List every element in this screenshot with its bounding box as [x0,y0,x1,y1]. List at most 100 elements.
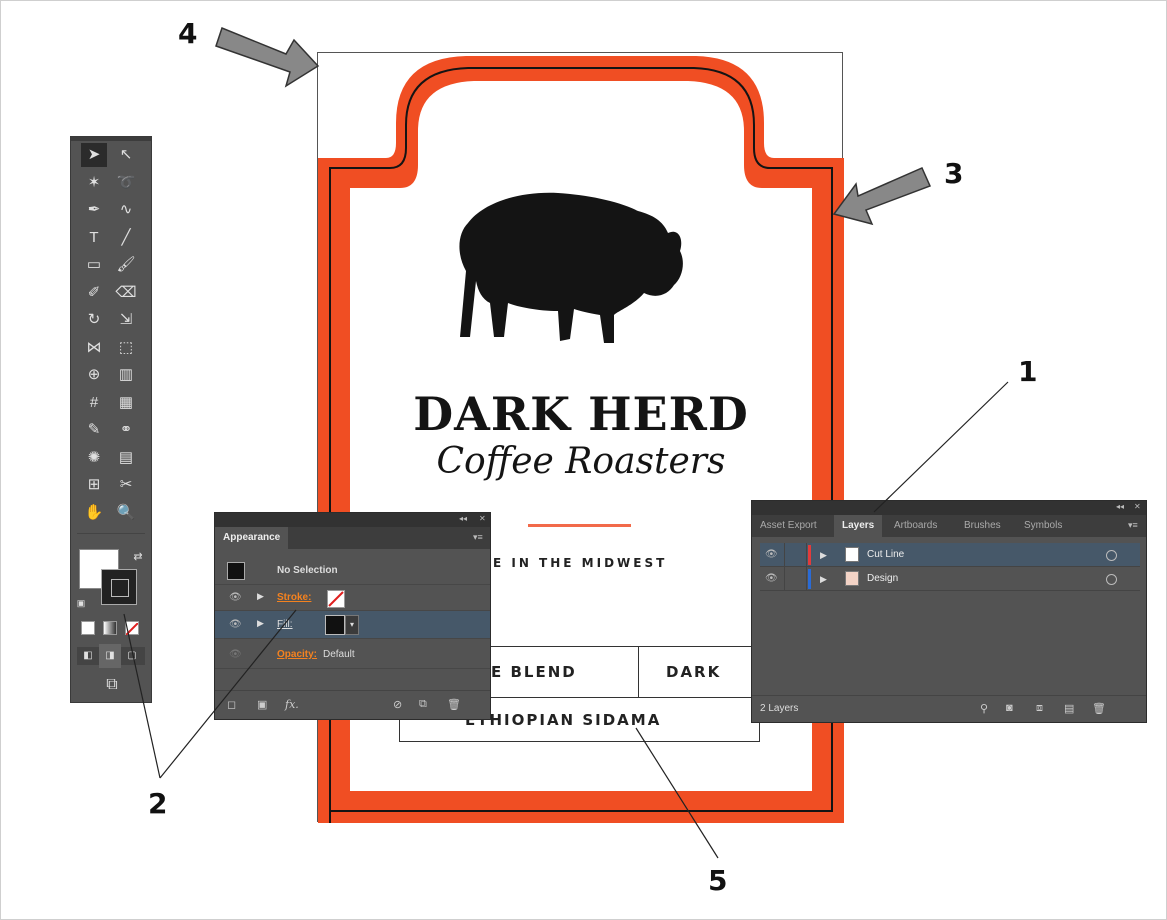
draw-behind-icon[interactable]: ◨ [99,644,121,668]
fill-label[interactable]: Fill: [277,619,293,630]
layer-thumbnail [845,571,859,586]
scale-icon[interactable]: ⇲ [113,308,139,332]
add-fill-icon[interactable]: ▣ [257,698,267,711]
close-icon[interactable]: ✕ [479,514,486,523]
fill-row[interactable]: 👁 ▶ Fill: ▾ [215,611,490,639]
fill-color-swatch[interactable] [325,615,345,635]
visibility-column[interactable]: 👁 [760,567,785,591]
stroke-none-swatch[interactable] [327,590,345,608]
collapse-icon[interactable]: ◂◂ [459,514,467,523]
opacity-label[interactable]: Opacity: [277,649,317,660]
layers-panel-header[interactable]: ◂◂ ✕ [752,501,1146,515]
eye-icon[interactable]: 👁 [765,549,778,560]
artboard-icon[interactable]: ⊞ [81,473,107,497]
shape-builder-icon[interactable]: ⊕ [81,363,107,387]
lock-column[interactable] [784,567,807,591]
curvature-icon[interactable]: ∿ [113,198,139,222]
layer-name[interactable]: Design [867,573,898,584]
chart-icon[interactable]: ▥ [113,363,139,387]
callout-number-4: 4 [178,17,198,50]
clear-appearance-icon[interactable]: ⊘ [393,698,402,711]
brand-subtitle: Coffee Roasters [436,441,726,482]
target-circle-icon[interactable] [1106,550,1117,561]
direct-selection-icon[interactable]: ↖ [113,143,139,167]
fx-icon[interactable]: fx. [285,698,299,711]
lock-column[interactable] [784,543,807,567]
rotate-icon[interactable]: ↻ [81,308,107,332]
fill-dropdown-button[interactable]: ▾ [345,615,359,635]
panel-menu-icon[interactable]: ▾≡ [473,532,483,543]
gradient-mode-button[interactable] [103,621,117,635]
blend-box-2: DARK [638,646,758,698]
hand-icon[interactable]: ✋ [81,501,107,525]
collapse-icon[interactable]: ◂◂ [1116,502,1124,511]
expand-triangle-icon[interactable]: ▶ [820,550,827,561]
none-mode-button[interactable] [125,621,139,636]
make-clipping-mask-icon[interactable]: ◙ [1006,702,1013,714]
default-colors-icon[interactable]: ▣ [71,591,91,615]
line-icon[interactable]: ╱ [113,226,139,250]
lasso-icon[interactable]: ➰ [113,171,139,195]
eye-icon[interactable]: 👁 [765,573,778,584]
eye-icon[interactable]: 👁 [229,592,242,603]
slice-icon[interactable]: ✂ [113,473,139,497]
stroke-swatch[interactable] [101,569,137,605]
draw-inside-icon[interactable]: ▢ [121,644,143,668]
opacity-row: 👁 Opacity: Default [215,639,490,669]
appearance-tabs: Appearance ▾≡ [215,527,490,549]
layers-footer: 2 Layers ⚲ ◙ ⧈ ▤ 🗑 [752,695,1146,722]
add-stroke-icon[interactable]: ◻ [227,698,236,711]
tab-asset-export[interactable]: Asset Export [752,515,825,537]
appearance-panel-header[interactable]: ◂◂ ✕ [215,513,490,527]
layer-row[interactable]: 👁 ▶ Design [760,567,1140,591]
width-icon[interactable]: ⋈ [81,336,107,360]
expand-triangle-icon[interactable]: ▶ [820,574,827,585]
tools-panel-grip[interactable] [71,137,151,141]
type-icon[interactable]: T [81,226,107,250]
magic-wand-icon[interactable]: ✶ [81,171,107,195]
trash-icon[interactable]: 🗑 [447,698,461,711]
free-transform-icon[interactable]: ⬚ [113,336,139,360]
color-mode-button[interactable] [81,621,95,635]
tab-artboards[interactable]: Artboards [886,515,945,537]
blend-icon[interactable]: ⚭ [113,418,139,442]
eraser-icon[interactable]: ⌫ [113,281,139,305]
tab-brushes[interactable]: Brushes [956,515,1009,537]
tab-symbols[interactable]: Symbols [1016,515,1070,537]
layer-row[interactable]: 👁 ▶ Cut Line [760,543,1140,567]
shaper-icon[interactable]: ✐ [81,281,107,305]
eyedropper-icon[interactable]: ✎ [81,418,107,442]
trash-icon[interactable]: 🗑 [1092,702,1106,715]
expand-triangle-icon[interactable]: ▶ [257,618,264,629]
expand-triangle-icon[interactable]: ▶ [257,591,264,602]
none-slash-icon [328,591,344,607]
search-icon[interactable]: ⚲ [980,702,988,715]
draw-normal-icon[interactable]: ◧ [77,644,99,668]
screen-mode-icon[interactable]: ⧉ [97,673,127,697]
pen-icon[interactable]: ✒ [81,198,107,222]
layer-name[interactable]: Cut Line [867,549,904,560]
duplicate-item-icon[interactable]: ⧉ [419,698,427,711]
close-icon[interactable]: ✕ [1134,502,1141,511]
zoom-icon[interactable]: 🔍 [113,501,139,525]
visibility-column[interactable]: 👁 [760,543,785,567]
tab-layers[interactable]: Layers [834,515,883,537]
stroke-label[interactable]: Stroke: [277,592,311,603]
mesh-icon[interactable]: # [81,391,107,415]
tab-appearance[interactable]: Appearance [215,527,289,549]
selection-thumbnail [227,562,245,580]
column-graph-icon[interactable]: ▤ [113,446,139,470]
swap-fill-stroke-icon[interactable]: ⇄ [125,545,151,569]
paintbrush-icon[interactable]: 🖌 [113,253,139,277]
rectangle-icon[interactable]: ▭ [81,253,107,277]
target-circle-icon[interactable] [1106,574,1117,585]
panel-menu-icon[interactable]: ▾≡ [1128,520,1138,531]
stroke-row[interactable]: 👁 ▶ Stroke: [215,585,490,611]
symbol-sprayer-icon[interactable]: ✺ [81,446,107,470]
new-sublayer-icon[interactable]: ⧈ [1036,702,1043,715]
new-layer-icon[interactable]: ▤ [1064,702,1074,715]
eye-icon[interactable]: 👁 [229,619,242,630]
callout-number-3: 3 [944,157,964,190]
gradient-icon[interactable]: ▦ [113,391,139,415]
selection-icon[interactable]: ➤ [81,143,107,167]
